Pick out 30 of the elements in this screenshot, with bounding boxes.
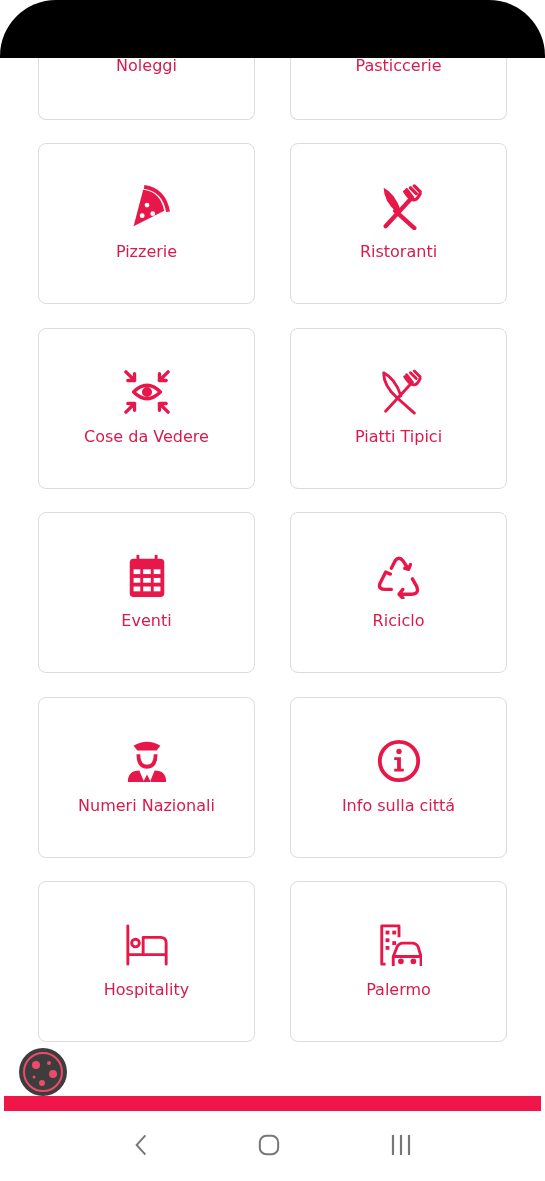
category-card[interactable]: Hospitality: [38, 880, 255, 1042]
category-label: Piatti Tipici: [354, 426, 443, 446]
category-label: Palermo: [366, 979, 431, 999]
category-card[interactable]: Info sulla cittá: [290, 696, 507, 858]
category-label: Hospitality: [103, 979, 190, 999]
category-card[interactable]: Palermo: [290, 880, 507, 1042]
category-card[interactable]: Pasticcerie: [290, 58, 507, 120]
category-label: Riciclo: [372, 611, 425, 631]
category-label: Cose da Vedere: [84, 426, 209, 446]
category-card[interactable]: Pizzerie: [38, 143, 255, 305]
eye-arrows-icon: [123, 368, 170, 415]
home-icon[interactable]: [257, 1134, 280, 1156]
category-card[interactable]: Piatti Tipici: [290, 327, 507, 489]
category-label: Eventi: [121, 611, 172, 631]
category-card[interactable]: Riciclo: [290, 512, 507, 674]
category-label: Noleggi: [116, 56, 177, 75]
category-label: Numeri Nazionali: [78, 795, 215, 815]
info-icon: [375, 737, 422, 784]
category-label: Ristoranti: [359, 242, 438, 262]
category-card[interactable]: Cose da Vedere: [38, 327, 255, 489]
category-label: Info sulla cittá: [341, 795, 456, 815]
category-card[interactable]: Noleggi: [38, 58, 255, 120]
category-card[interactable]: Numeri Nazionali: [38, 696, 255, 858]
back-icon[interactable]: [133, 1133, 148, 1157]
category-label: Pizzerie: [115, 242, 178, 262]
category-label: Pasticcerie: [355, 56, 442, 75]
category-card[interactable]: Ristoranti: [290, 143, 507, 305]
cookie-button[interactable]: [18, 1047, 68, 1097]
category-card[interactable]: Eventi: [38, 512, 255, 674]
recents-icon[interactable]: [389, 1134, 412, 1156]
